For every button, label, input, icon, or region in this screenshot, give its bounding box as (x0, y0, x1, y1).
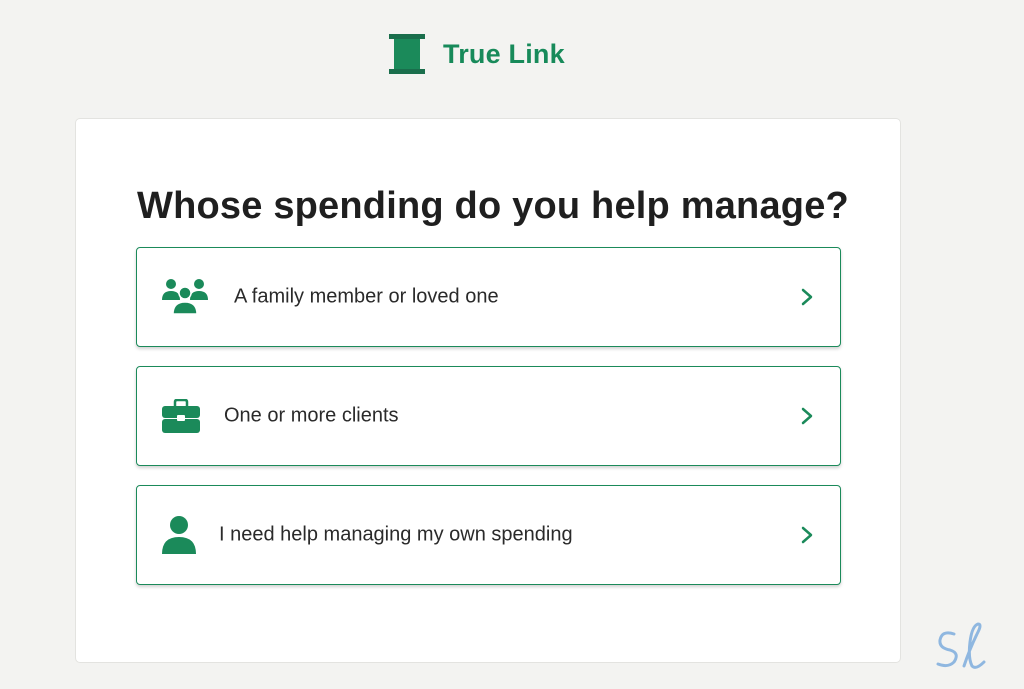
chevron-right-icon (801, 407, 813, 425)
person-icon (162, 516, 196, 554)
group-people-icon (162, 279, 208, 315)
option-clients[interactable]: One or more clients (136, 366, 841, 466)
page-title: Whose spending do you help manage? (137, 185, 849, 227)
option-label: One or more clients (224, 404, 399, 427)
briefcase-icon (162, 399, 200, 433)
chevron-right-icon (801, 526, 813, 544)
brand-header: True Link (389, 33, 565, 75)
option-own-spending[interactable]: I need help managing my own spending (136, 485, 841, 585)
spool-icon (389, 34, 425, 74)
brand-name: True Link (443, 38, 565, 69)
option-family-member[interactable]: A family member or loved one (136, 247, 841, 347)
chevron-right-icon (801, 288, 813, 306)
script-sl-logo (936, 622, 986, 669)
option-label: I need help managing my own spending (219, 523, 573, 546)
option-label: A family member or loved one (234, 285, 499, 308)
selection-card: Whose spending do you help manage? A fam… (75, 118, 901, 663)
